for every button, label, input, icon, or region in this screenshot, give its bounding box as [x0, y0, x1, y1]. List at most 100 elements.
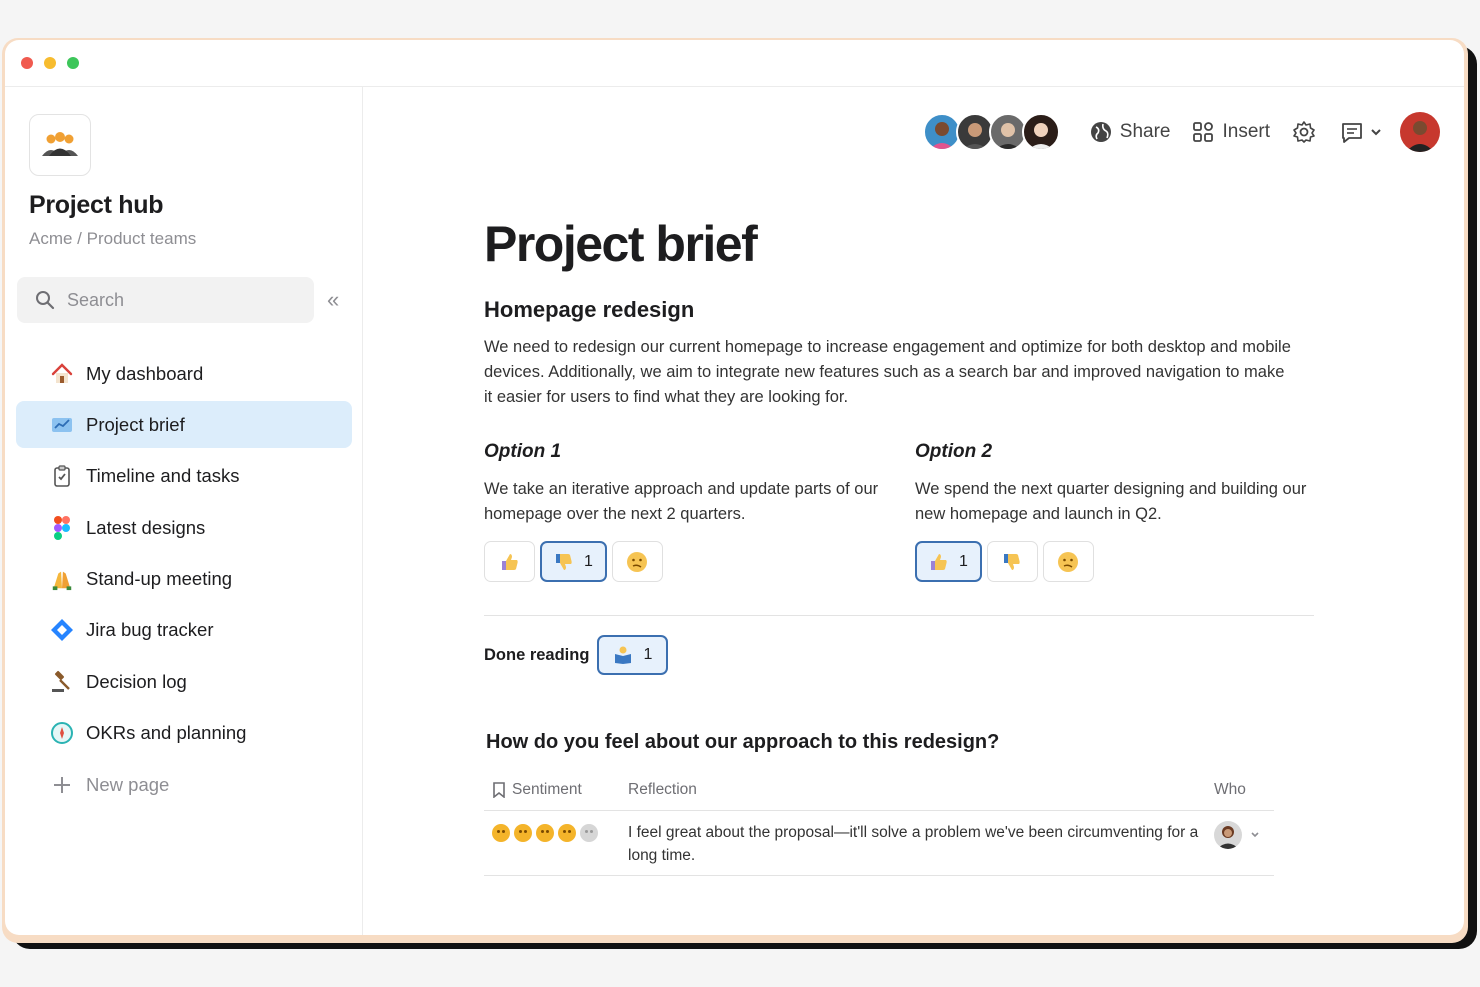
- collaborator-avatars[interactable]: [922, 113, 1060, 151]
- rating-face-icon[interactable]: [580, 824, 598, 842]
- app-window: Project hub Acme / Product teams « My da…: [5, 40, 1464, 935]
- sidebar-nav: My dashboard Project brief Timeline and …: [16, 350, 352, 813]
- reaction-thumbs-down[interactable]: [986, 541, 1038, 582]
- avatar[interactable]: [1021, 113, 1060, 151]
- thumbs-up-icon: [931, 553, 947, 570]
- comment-icon: [1342, 123, 1362, 143]
- raised-hands-icon: [50, 567, 74, 591]
- minimize-dot[interactable]: [44, 57, 56, 69]
- share-label: Share: [1119, 121, 1171, 142]
- section-heading: Homepage redesign: [484, 297, 695, 322]
- done-reading-count: 1: [643, 646, 653, 663]
- settings-button[interactable]: [1292, 120, 1316, 144]
- who-column-header[interactable]: Who: [1214, 781, 1274, 799]
- reaction-thumbs-up[interactable]: [484, 541, 535, 582]
- sidebar-item-label: Decision log: [86, 670, 187, 692]
- sidebar-item-project-brief[interactable]: Project brief: [16, 401, 352, 449]
- confused-face-icon: [1058, 551, 1079, 572]
- option-2-block: Option 2 We spend the next quarter desig…: [915, 441, 1315, 582]
- divider: [484, 615, 1314, 616]
- bookmark-icon: [493, 781, 505, 798]
- sidebar-item-label: Jira bug tracker: [86, 619, 214, 641]
- figma-icon: [50, 515, 74, 540]
- thumbs-down-icon: [1004, 553, 1021, 570]
- new-page-button[interactable]: New page: [16, 761, 352, 808]
- sidebar-item-label: Stand-up meeting: [86, 568, 233, 590]
- chevron-down-icon: [1251, 832, 1259, 838]
- reaction-confused[interactable]: [1042, 541, 1094, 582]
- confused-face-icon: [627, 551, 648, 572]
- sidebar-item-timeline-and-tasks[interactable]: Timeline and tasks: [16, 453, 352, 500]
- reaction-count: 1: [584, 552, 593, 570]
- sidebar-item-my-dashboard[interactable]: My dashboard: [16, 350, 352, 397]
- done-reading: Done reading 1: [484, 635, 669, 675]
- search-box[interactable]: [17, 277, 314, 323]
- table-header: Sentiment Reflection Who: [484, 769, 1274, 811]
- globe-icon: [1090, 122, 1111, 142]
- search-input[interactable]: [67, 289, 287, 311]
- team-logo-icon: [29, 114, 91, 176]
- avatar: [1214, 821, 1242, 849]
- reflection-cell[interactable]: I feel great about the proposal—it'll so…: [628, 821, 1214, 867]
- user-avatar[interactable]: [1400, 112, 1440, 152]
- sidebar-item-stand-up-meeting[interactable]: Stand-up meeting: [16, 556, 352, 603]
- chart-icon: [50, 413, 74, 437]
- title-bar: [5, 40, 1464, 87]
- option-2-reactions: 1: [915, 541, 1315, 582]
- top-toolbar: Share Insert: [922, 109, 1440, 155]
- reflection-table: Sentiment Reflection Who I feel great ab…: [484, 769, 1274, 876]
- main-content: Share Insert Project brief Homepage rede…: [363, 87, 1464, 935]
- house-icon: [50, 362, 74, 386]
- sentiment-header-label: Sentiment: [512, 780, 582, 798]
- who-cell[interactable]: [1214, 821, 1274, 849]
- zoom-dot[interactable]: [67, 57, 79, 69]
- reaction-thumbs-up[interactable]: 1: [915, 541, 982, 582]
- new-page-label: New page: [86, 773, 170, 795]
- chevron-down-icon: [1371, 129, 1381, 136]
- intro-paragraph: We need to redesign our current homepage…: [484, 338, 1291, 406]
- comments-button[interactable]: [1340, 121, 1382, 143]
- table-row: I feel great about the proposal—it'll so…: [484, 811, 1274, 876]
- rating-face-icon[interactable]: [558, 824, 576, 842]
- option-1-text: We take an iterative approach and update…: [484, 480, 879, 523]
- sidebar-item-label: OKRs and planning: [86, 722, 247, 744]
- compass-icon: [50, 721, 74, 745]
- done-reading-button[interactable]: 1: [597, 635, 669, 675]
- rating-face-icon[interactable]: [536, 824, 554, 842]
- sidebar-item-okrs-and-planning[interactable]: OKRs and planning: [16, 710, 352, 757]
- thumbs-down-icon: [556, 553, 572, 570]
- rating-face-icon[interactable]: [492, 824, 510, 842]
- collapse-sidebar-icon[interactable]: «: [327, 287, 339, 313]
- sidebar-item-latest-designs[interactable]: Latest designs: [16, 504, 352, 551]
- reflection-column-header[interactable]: Reflection: [628, 778, 1214, 801]
- option-2-text: We spend the next quarter designing and …: [915, 480, 1307, 523]
- question-heading: How do you feel about our approach to th…: [486, 731, 1000, 753]
- page-title: Project brief: [484, 216, 758, 272]
- option-1-reactions: 1: [484, 541, 884, 582]
- sidebar-item-label: Timeline and tasks: [86, 465, 240, 487]
- reading-book-icon: [615, 646, 632, 664]
- sidebar-item-label: Project brief: [86, 413, 185, 435]
- plus-icon: [50, 773, 74, 797]
- sidebar-item-label: My dashboard: [86, 362, 204, 384]
- sidebar-item-decision-log[interactable]: Decision log: [16, 658, 352, 705]
- breadcrumb[interactable]: Acme / Product teams: [29, 229, 196, 249]
- insert-button[interactable]: Insert: [1192, 121, 1270, 143]
- gavel-icon: [50, 670, 74, 694]
- reaction-thumbs-down[interactable]: 1: [540, 541, 607, 582]
- sidebar: Project hub Acme / Product teams « My da…: [5, 87, 363, 935]
- share-button[interactable]: Share: [1090, 121, 1171, 143]
- reaction-confused[interactable]: [611, 541, 663, 582]
- grid-plus-icon: [1193, 122, 1214, 142]
- jira-icon: [50, 618, 74, 642]
- workspace-title: Project hub: [29, 191, 164, 219]
- sentiment-column-header[interactable]: Sentiment: [484, 781, 628, 799]
- sidebar-item-jira-bug-tracker[interactable]: Jira bug tracker: [16, 607, 352, 654]
- option-1-title: Option 1: [484, 441, 562, 462]
- sentiment-rating[interactable]: [484, 821, 628, 842]
- rating-face-icon[interactable]: [514, 824, 532, 842]
- option-2-title: Option 2: [915, 441, 993, 462]
- reaction-count: 1: [959, 552, 968, 570]
- gear-icon: [1293, 121, 1315, 143]
- close-dot[interactable]: [21, 57, 33, 69]
